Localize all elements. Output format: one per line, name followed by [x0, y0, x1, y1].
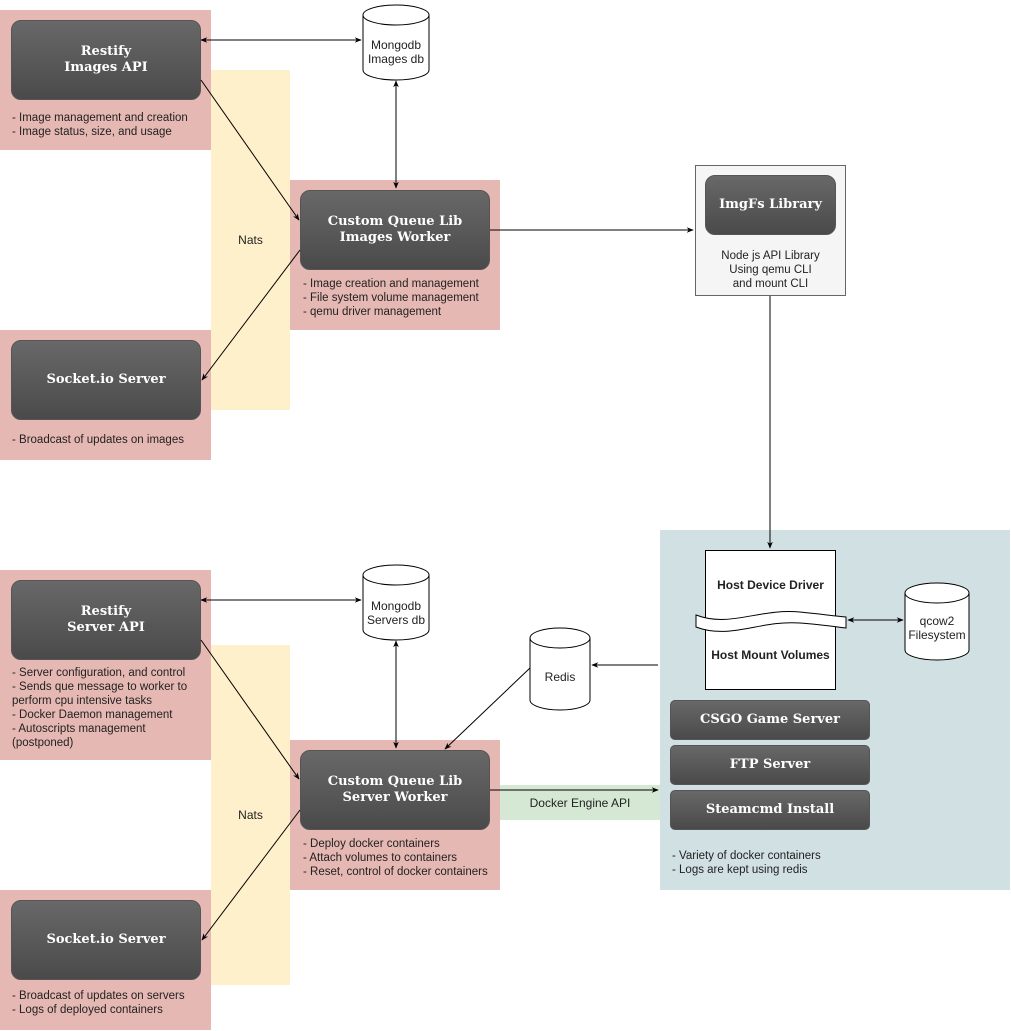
arrow-redis-to-worker — [444, 667, 531, 750]
qcow2-label: qcow2 Filesystem — [908, 614, 966, 642]
diagram-connectors — [200, 4, 970, 941]
arrow-images-worker-to-socket — [201, 249, 301, 381]
driver-tape-shape — [695, 610, 847, 632]
arrow-restify-images-to-worker — [200, 79, 300, 221]
arrow-restify-server-to-worker — [200, 639, 300, 780]
redis-cylinder[interactable] — [529, 627, 591, 711]
redis-label: Redis — [544, 670, 576, 684]
mongodb-images-label-top: Mongodb Images db — [367, 38, 425, 66]
arrow-server-worker-to-socket — [201, 809, 301, 941]
mongodb-servers-label: Mongodb Servers db — [366, 599, 426, 627]
